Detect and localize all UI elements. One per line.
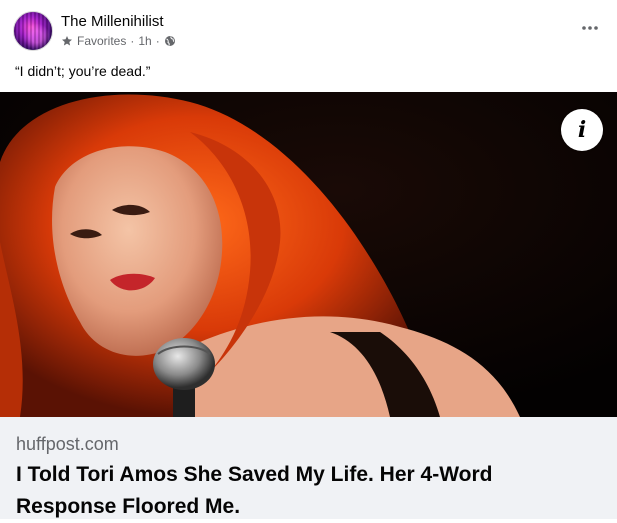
link-preview-footer[interactable]: huffpost.com I Told Tori Amos She Saved … (0, 417, 617, 519)
page-name-link[interactable]: The Millenihilist (61, 13, 164, 30)
more-horizontal-icon (582, 26, 598, 30)
meta-separator: · (155, 34, 160, 48)
post-meta: Favorites · 1h · (61, 33, 176, 49)
info-icon: i (577, 117, 587, 143)
audience-label[interactable]: Favorites (77, 34, 126, 48)
post-menu-button[interactable] (574, 14, 606, 42)
avatar-image (14, 12, 52, 50)
meta-separator: · (130, 34, 135, 48)
link-preview-image[interactable] (0, 92, 617, 417)
post-header: The Millenihilist Favorites · 1h · (0, 0, 617, 58)
tori-amos-photo (0, 92, 617, 417)
info-button[interactable]: i (561, 109, 603, 151)
globe-icon[interactable] (164, 35, 176, 47)
link-title[interactable]: I Told Tori Amos She Saved My Life. Her … (16, 459, 596, 523)
page-avatar[interactable] (13, 11, 53, 51)
link-domain: huffpost.com (16, 434, 119, 454)
star-icon (62, 36, 72, 46)
post-caption: “I didn’t; you’re dead.” (15, 63, 151, 79)
post-timestamp[interactable]: 1h (138, 34, 151, 48)
